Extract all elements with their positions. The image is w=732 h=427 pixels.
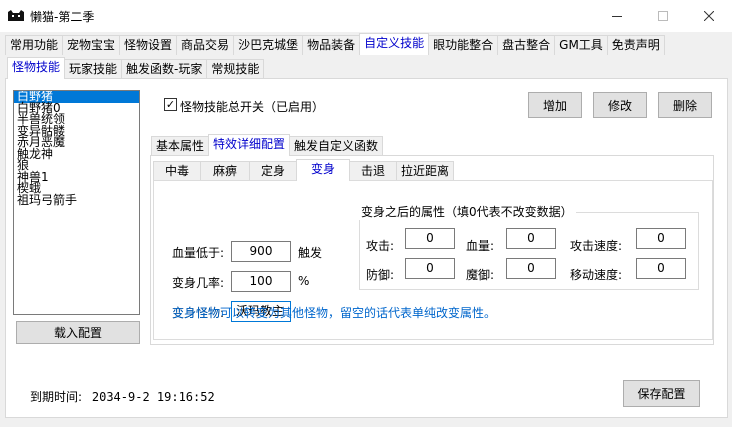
master-switch-label: 怪物技能总开关（已启用） xyxy=(180,100,325,114)
chance-input[interactable]: 100 xyxy=(231,271,291,292)
master-switch-checkbox[interactable]: ✓ xyxy=(164,98,177,111)
tab-monster-skills[interactable]: 怪物技能 xyxy=(7,57,66,79)
attack-speed-label: 攻击速度: xyxy=(570,239,623,253)
chance-label: 变身几率: xyxy=(172,276,225,290)
list-item[interactable]: 触龙神 xyxy=(14,148,139,161)
sub-tab-bar: 怪物技能 玩家技能 触发函数-玩家 常规技能 xyxy=(7,57,265,79)
tab-pets[interactable]: 宠物宝宝 xyxy=(62,35,121,55)
expiry-value: 2034-9-2 19:16:52 xyxy=(91,390,215,404)
tab-trade[interactable]: 商品交易 xyxy=(176,35,235,55)
move-speed-label: 移动速度: xyxy=(570,268,623,282)
maximize-button[interactable] xyxy=(640,0,686,32)
minimize-icon xyxy=(612,16,622,17)
minimize-button[interactable] xyxy=(594,0,640,32)
tab-basic-attributes[interactable]: 基本属性 xyxy=(151,136,210,156)
tab-transform[interactable]: 变身 xyxy=(296,159,350,181)
trigger-suffix-label: 触发 xyxy=(298,246,323,260)
tab-regular-skills[interactable]: 常规技能 xyxy=(206,59,265,79)
attack-speed-input[interactable]: 0 xyxy=(636,228,686,249)
expiry-status: 到期时间: 2034-9-2 19:16:52 xyxy=(30,388,215,405)
tab-trigger-player[interactable]: 触发函数-玩家 xyxy=(121,59,208,79)
transform-hint: 变身怪物可以转变为其他怪物，留空的话代表单纯改变属性。 xyxy=(172,306,497,320)
tab-knockback[interactable]: 击退 xyxy=(349,161,397,181)
tab-monster-settings[interactable]: 怪物设置 xyxy=(119,35,178,55)
tab-player-skills[interactable]: 玩家技能 xyxy=(64,59,123,79)
hp-input[interactable]: 0 xyxy=(506,228,556,249)
cat-app-icon xyxy=(8,10,24,21)
hp-below-label: 血量低于: xyxy=(172,246,225,260)
magic-defense-label: 魔御: xyxy=(466,268,495,282)
tab-effect-details[interactable]: 特效详细配置 xyxy=(208,134,291,156)
tab-common-functions[interactable]: 常用功能 xyxy=(5,35,64,55)
move-speed-input[interactable]: 0 xyxy=(636,258,686,279)
defense-label: 防御: xyxy=(366,268,395,282)
tab-equipment[interactable]: 物品装备 xyxy=(302,35,361,55)
close-icon xyxy=(704,11,714,21)
title-bar: 懒猫-第二季 xyxy=(0,0,732,32)
tab-trigger-custom-function[interactable]: 触发自定义函数 xyxy=(289,136,384,156)
tab-pull-distance[interactable]: 拉近距离 xyxy=(396,161,454,181)
config-tab-bar: 基本属性 特效详细配置 触发自定义函数 xyxy=(151,134,384,156)
tab-pangu[interactable]: 盘古整合 xyxy=(497,35,556,55)
effect-tab-bar: 中毒 麻痹 定身 变身 击退 拉近距离 xyxy=(153,159,454,181)
save-config-button[interactable]: 保存配置 xyxy=(623,380,700,407)
hp-label: 血量: xyxy=(466,239,495,253)
main-tab-bar: 常用功能 宠物宝宝 怪物设置 商品交易 沙巴克城堡 物品装备 自定义技能 眼功能… xyxy=(5,33,665,55)
tab-paralysis[interactable]: 麻痹 xyxy=(200,161,250,181)
chance-unit-label: % xyxy=(298,274,310,288)
defense-input[interactable]: 0 xyxy=(405,258,455,279)
tab-gm-tools[interactable]: GM工具 xyxy=(554,35,608,55)
tab-eye-functions[interactable]: 眼功能整合 xyxy=(428,35,499,55)
hp-below-input[interactable]: 900 xyxy=(231,241,291,262)
expiry-label: 到期时间: xyxy=(30,390,83,404)
close-button[interactable] xyxy=(686,0,732,32)
tab-custom-skills[interactable]: 自定义技能 xyxy=(359,33,430,55)
attack-label: 攻击: xyxy=(366,239,395,253)
magic-defense-input[interactable]: 0 xyxy=(506,258,556,279)
tab-poison[interactable]: 中毒 xyxy=(153,161,201,181)
after-transform-title: 变身之后的属性（填0代表不改变数据） xyxy=(358,203,576,220)
add-button[interactable]: 增加 xyxy=(528,92,582,118)
monster-list[interactable]: 白野猪 白野猪0 半兽统领 变异骷髅 赤月恶魔 触龙神 狼 神兽1 楔蛾 祖玛弓… xyxy=(13,90,140,315)
window-title: 懒猫-第二季 xyxy=(30,10,95,24)
list-item[interactable]: 祖玛弓箭手 xyxy=(14,194,139,207)
delete-button[interactable]: 删除 xyxy=(658,92,712,118)
tab-immobilize[interactable]: 定身 xyxy=(249,161,297,181)
maximize-icon xyxy=(658,11,668,21)
load-config-button[interactable]: 载入配置 xyxy=(16,321,140,344)
tab-disclaimer[interactable]: 免责声明 xyxy=(606,35,665,55)
modify-button[interactable]: 修改 xyxy=(593,92,647,118)
tab-castle[interactable]: 沙巴克城堡 xyxy=(233,35,304,55)
attack-input[interactable]: 0 xyxy=(405,228,455,249)
